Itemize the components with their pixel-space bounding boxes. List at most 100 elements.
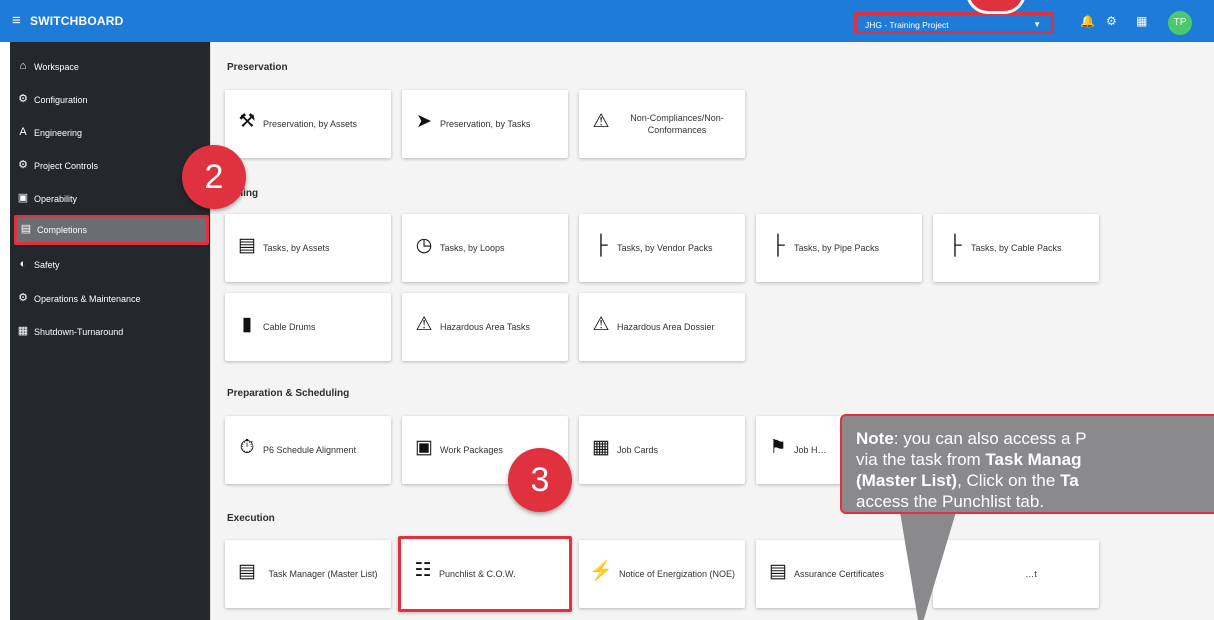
gear-icon[interactable]: ⚙ [1106,14,1117,28]
tile-assurance-certificates[interactable]: ▤ Assurance Certificates [756,540,922,608]
sidebar-item-completions[interactable]: ▤ Completions [14,215,209,245]
tile-label: Assurance Certificates [794,569,885,579]
sidebar-item-label: Operability [34,194,78,204]
clipboard-clock-icon: ⏱ [239,437,255,458]
note-callout: Note: you can also access a P via the ta… [840,414,1214,514]
gear-icon: ⚙ [18,93,28,105]
project-name: JHG - Training Project [865,20,949,30]
preservation-assets-icon: ⚒ [238,111,256,132]
tile-label: Tasks, by Assets [263,243,330,253]
sidebar-item-label: Project Controls [34,161,99,171]
controls-icon: ⚙ [18,159,28,171]
tile-label: Notice of Energization (NOE) [618,569,736,579]
sidebar-item-label: Engineering [34,128,83,138]
tile-label: Preservation, by Assets [263,119,358,129]
id-card-icon: ▦ [592,437,610,458]
tile-preservation-by-tasks[interactable]: ➤ Preservation, by Tasks [402,90,568,158]
tile-label: Tasks, by Pipe Packs [794,243,880,253]
sidebar-item-label: Operations & Maintenance [34,294,141,304]
certificate-icon: ▤ [769,561,787,582]
section-title-preservation: Preservation [227,62,288,73]
sidebar-item-operations-maintenance[interactable]: ⚙ Operations & Maintenance [10,284,210,314]
worker-icon: ⚙ [18,292,28,304]
tile-tasks-by-cable-packs[interactable]: ├ Tasks, by Cable Packs [933,214,1099,282]
tile-tasks-by-pipe-packs[interactable]: ├ Tasks, by Pipe Packs [756,214,922,282]
tile-label: Task Manager (Master List) [268,569,378,579]
tile-label: P6 Schedule Alignment [263,445,357,455]
tile-label: …t [1025,569,1037,579]
sidebar-item-label: Workspace [34,62,79,72]
tile-label: Hazardous Area Dossier [617,322,715,332]
gauge-icon: ◷ [415,235,433,256]
tile-preservation-by-assets[interactable]: ⚒ Preservation, by Assets [225,90,391,158]
step-2-badge: 2 [182,145,246,209]
shutdown-icon: ▦ [17,325,29,337]
tile-non-compliances[interactable]: ⚠ Non-Compliances/Non-Conformances [579,90,745,158]
note-prefix: Note [856,429,894,448]
bell-icon[interactable]: 🔔 [1080,14,1095,28]
sidebar-item-project-controls[interactable]: ⚙ Project Controls [10,151,210,181]
main-content: Preservation ⚒ Preservation, by Assets ➤… [210,42,1214,620]
tile-punchlist-cow[interactable]: ☷ Punchlist & C.O.W. [398,536,572,612]
tile-tasks-by-vendor-packs[interactable]: ├ Tasks, by Vendor Packs [579,214,745,282]
tile-label: Non-Compliances/Non-Conformances [630,113,724,135]
note-bold-3: (Master List) [856,471,958,490]
sidebar-item-engineering[interactable]: A Engineering [10,118,210,148]
sidebar-item-label: Safety [34,260,60,270]
note-bold-3b: Ta [1060,471,1079,490]
tile-label: Job Cards [617,445,659,455]
tile-label: Tasks, by Loops [440,243,505,253]
callout-tail [900,512,956,620]
tile-tasks-by-loops[interactable]: ◷ Tasks, by Loops [402,214,568,282]
sidebar-item-label: Completions [37,225,88,235]
section-title-execution: Execution [227,513,275,524]
warning-document-icon: ⚠ [592,111,610,132]
home-icon: ⌂ [19,60,27,72]
sidebar-item-safety[interactable]: ◐ Safety [10,250,210,280]
section-title-preparation-scheduling: Preparation & Scheduling [227,388,350,399]
app-title: SWITCHBOARD [30,14,124,28]
spray-icon: ➤ [416,111,432,132]
top-bar: ≡ SWITCHBOARD JHG - Training Project ▼ 🔔… [0,0,1214,42]
tile-label: Punchlist & C.O.W. [439,569,516,579]
tree-icon: ├ [594,235,608,256]
cable-tree-icon: ├ [948,235,962,256]
hamburger-icon[interactable]: ≡ [12,12,21,30]
shield-icon: ◐ [19,258,27,270]
sidebar-item-workspace[interactable]: ⌂ Workspace [10,52,210,82]
completions-icon: ▤ [20,223,32,235]
tile-cable-drums[interactable]: ▮ Cable Drums [225,293,391,361]
tile-task-manager[interactable]: ▤ Task Manager (Master List) [225,540,391,608]
step-3-badge: 3 [508,448,572,512]
project-selector[interactable]: JHG - Training Project ▼ [854,12,1054,34]
note-text-3: , Click on the [957,471,1061,490]
tile-label: Cable Drums [263,322,316,332]
hazard-icon: ⚠ [415,314,433,335]
tile-p6-schedule-alignment[interactable]: ⏱ P6 Schedule Alignment [225,416,391,484]
tile-job-cards[interactable]: ▦ Job Cards [579,416,745,484]
tile-partial[interactable]: …t [933,540,1099,608]
chevron-down-icon: ▼ [1033,20,1041,29]
tile-hazardous-area-dossier[interactable]: ⚠ Hazardous Area Dossier [579,293,745,361]
compass-icon: A [19,126,27,138]
checklist-icon: ☷ [414,560,432,581]
cable-drum-icon: ▮ [241,314,253,335]
hazard-document-icon: ⚠ [592,314,610,335]
tile-label: Tasks, by Vendor Packs [617,243,713,253]
lightning-document-icon: ⚡ [589,561,613,582]
note-bold-2: Task Manag [985,450,1082,469]
tile-tasks-by-assets[interactable]: ▤ Tasks, by Assets [225,214,391,282]
sidebar-item-operability[interactable]: ▣ Operability [10,184,210,214]
sidebar-item-label: Configuration [34,95,88,105]
grid-icon[interactable]: ▦ [1136,14,1147,28]
document-search-icon: ▤ [238,235,256,256]
worker-icon: ⚑ [769,437,787,458]
tile-notice-of-energization[interactable]: ⚡ Notice of Energization (NOE) [579,540,745,608]
tile-label: Preservation, by Tasks [440,119,531,129]
sidebar-item-shutdown-turnaround[interactable]: ▦ Shutdown-Turnaround [10,317,210,347]
sidebar-item-configuration[interactable]: ⚙ Configuration [10,85,210,115]
briefcase-icon: ▣ [415,437,433,458]
avatar[interactable]: TP [1168,11,1192,35]
tile-hazardous-area-tasks[interactable]: ⚠ Hazardous Area Tasks [402,293,568,361]
sidebar-item-label: Shutdown-Turnaround [34,327,124,337]
